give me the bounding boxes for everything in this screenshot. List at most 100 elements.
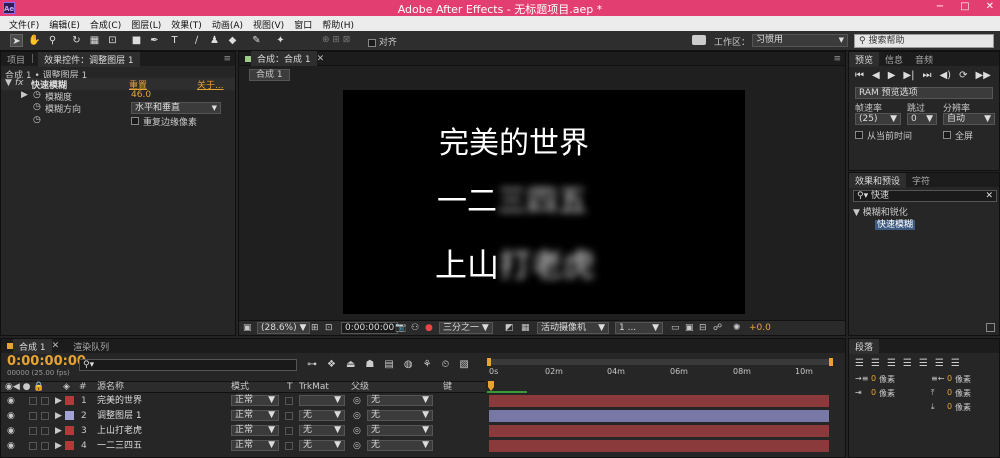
layer-duration-bar[interactable] xyxy=(489,425,829,437)
layer-label-color[interactable] xyxy=(65,396,74,405)
tab-paragraph[interactable]: 段落 xyxy=(849,338,880,354)
stopwatch-icon[interactable]: ◷ xyxy=(33,102,41,112)
panel-menu-icon[interactable]: ≡ xyxy=(223,54,231,64)
first-line-indent-value[interactable]: 0 xyxy=(871,388,876,397)
menu-composition[interactable]: 合成(C) xyxy=(85,16,126,31)
layer-name[interactable]: 调整图层 1 xyxy=(97,410,142,422)
trkmat-select[interactable]: ▼ xyxy=(299,395,345,406)
grid-icon[interactable]: ⊡ xyxy=(325,323,333,333)
brush-tool-icon[interactable]: ∕ xyxy=(190,34,203,47)
fx-icon[interactable]: fx xyxy=(15,78,24,88)
close-button[interactable]: ✕ xyxy=(986,1,994,12)
pen-tool-icon[interactable]: ✒ xyxy=(148,34,161,47)
layer-duration-bar[interactable] xyxy=(489,395,829,407)
prev-frame-icon[interactable]: ◀ xyxy=(872,70,880,81)
layer-row[interactable]: ◉ ▶ 4 一二三四五 正常 ▼ 无 ▼ ◎ 无 ▼ xyxy=(1,440,833,452)
pickwhip-icon[interactable]: ◎ xyxy=(353,440,361,452)
parent-select[interactable]: 无 ▼ xyxy=(367,410,433,421)
tab-render-queue[interactable]: 渲染队列 xyxy=(67,339,115,354)
preserve-transparency-toggle[interactable] xyxy=(285,412,293,420)
lock-toggle[interactable] xyxy=(41,412,49,420)
color-channels-icon[interactable]: ● xyxy=(425,323,433,333)
rotate-tool-icon[interactable]: ↻ xyxy=(70,34,83,47)
minimize-button[interactable]: − xyxy=(936,1,944,12)
reset-exposure-icon[interactable]: ✺ xyxy=(733,323,741,333)
comp-subtab[interactable]: 合成 1 xyxy=(249,69,290,81)
layer-name[interactable]: 完美的世界 xyxy=(97,395,142,407)
last-frame-icon[interactable]: ⏭ xyxy=(922,70,931,81)
col-source-name[interactable]: 源名称 xyxy=(97,382,124,393)
eye-icon[interactable]: ◉ xyxy=(7,425,15,437)
fullscreen-checkbox[interactable] xyxy=(943,131,951,139)
stopwatch-icon[interactable]: ◷ xyxy=(33,90,41,100)
menu-window[interactable]: 窗口 xyxy=(289,16,317,31)
maximize-button[interactable]: □ xyxy=(960,1,969,12)
lock-toggle[interactable] xyxy=(41,397,49,405)
current-time-display[interactable]: 0:00:00:00 xyxy=(7,354,86,369)
work-area-end-handle[interactable] xyxy=(829,358,833,366)
zoom-tool-icon[interactable]: ⚲ xyxy=(46,34,59,47)
menu-edit[interactable]: 编辑(E) xyxy=(44,16,85,31)
work-area-bar[interactable] xyxy=(487,359,833,365)
preserve-transparency-toggle[interactable] xyxy=(285,397,293,405)
trkmat-select[interactable]: 无 ▼ xyxy=(299,425,345,436)
tab-effect-controls[interactable]: 效果控件：调整图层 1 xyxy=(38,51,140,67)
always-preview-icon[interactable]: ▣ xyxy=(243,323,252,333)
fast-previews-icon[interactable]: ◩ xyxy=(505,323,514,333)
trkmat-select[interactable]: 无 ▼ xyxy=(299,440,345,451)
flowchart-icon[interactable]: ▣ xyxy=(685,323,694,333)
indent-right-value[interactable]: 0 xyxy=(947,374,952,383)
parent-select[interactable]: 无 ▼ xyxy=(367,395,433,406)
eye-icon[interactable]: ◉ xyxy=(7,440,15,452)
expand-arrow-icon[interactable]: ▶ xyxy=(21,90,28,100)
draft-3d-icon[interactable]: ⏏ xyxy=(346,359,355,370)
menu-layer[interactable]: 图层(L) xyxy=(126,16,166,31)
from-current-checkbox[interactable] xyxy=(855,131,863,139)
blurriness-value[interactable]: 46.0 xyxy=(131,90,151,100)
skip-select[interactable]: 0 ▼ xyxy=(907,113,937,125)
justify-last-right-icon[interactable]: ☰ xyxy=(935,358,944,369)
tab-timeline-comp[interactable]: 合成 1 xyxy=(13,338,52,354)
new-preset-icon[interactable] xyxy=(986,323,995,332)
expand-arrow-icon[interactable]: ▶ xyxy=(55,395,62,407)
ram-preview-icon[interactable]: ▶▶ xyxy=(975,70,990,81)
parent-select[interactable]: 无 ▼ xyxy=(367,425,433,436)
mute-icon[interactable]: ◀) xyxy=(939,70,951,81)
timeline-icon[interactable]: ⊟ xyxy=(699,323,707,333)
help-search-input[interactable]: ⚲ 搜索帮助 xyxy=(854,34,994,48)
workspace-select[interactable]: 习惯用 ▼ xyxy=(752,34,848,47)
tab-info[interactable]: 信息 xyxy=(879,52,909,67)
menu-help[interactable]: 帮助(H) xyxy=(317,16,359,31)
frame-blending-icon[interactable]: ▤ xyxy=(384,359,393,370)
tab-composition[interactable]: 合成：合成 1 xyxy=(251,51,317,66)
layer-row[interactable]: ◉ ▶ 3 上山打老虎 正常 ▼ 无 ▼ ◎ 无 ▼ xyxy=(1,425,833,437)
next-frame-icon[interactable]: ▶| xyxy=(903,70,914,81)
close-tab-icon[interactable]: ✕ xyxy=(317,54,325,64)
pickwhip-icon[interactable]: ◎ xyxy=(353,410,361,422)
preserve-transparency-toggle[interactable] xyxy=(285,427,293,435)
expand-arrow-icon[interactable]: ▼ xyxy=(5,78,12,88)
indent-left-value[interactable]: 0 xyxy=(871,374,876,383)
camera-tool-icon[interactable]: ▦ xyxy=(88,34,101,47)
motion-blur-icon[interactable]: ◍ xyxy=(404,359,413,370)
layer-label-color[interactable] xyxy=(65,411,74,420)
loop-icon[interactable]: ⟳ xyxy=(959,70,967,81)
play-icon[interactable]: ▶ xyxy=(888,70,896,81)
layer-mode-select[interactable]: 正常 ▼ xyxy=(231,440,279,451)
comp-mini-flowchart-icon[interactable]: ⊶ xyxy=(307,359,317,370)
camera-select[interactable]: 活动摄像机 ▼ xyxy=(537,322,609,334)
brainstorm-icon[interactable]: ⚘ xyxy=(423,359,432,370)
playhead-icon[interactable] xyxy=(488,381,494,391)
align-center-icon[interactable]: ☰ xyxy=(871,358,880,369)
solo-toggle[interactable] xyxy=(29,442,37,450)
res-select[interactable]: 自动 ▼ xyxy=(943,113,995,125)
snap-option[interactable]: 对齐 xyxy=(368,35,397,48)
layer-mode-select[interactable]: 正常 ▼ xyxy=(231,395,279,406)
solo-toggle[interactable] xyxy=(29,427,37,435)
time-ruler[interactable]: 0s 02m 04m 06m 08m 10m xyxy=(487,357,833,393)
layer-duration-bar[interactable] xyxy=(489,410,829,422)
close-tab-icon[interactable]: ✕ xyxy=(52,341,60,351)
timeline-search-input[interactable]: ⚲▾ xyxy=(79,359,297,371)
tab-project[interactable]: 项目 xyxy=(1,52,31,67)
layer-label-color[interactable] xyxy=(65,426,74,435)
